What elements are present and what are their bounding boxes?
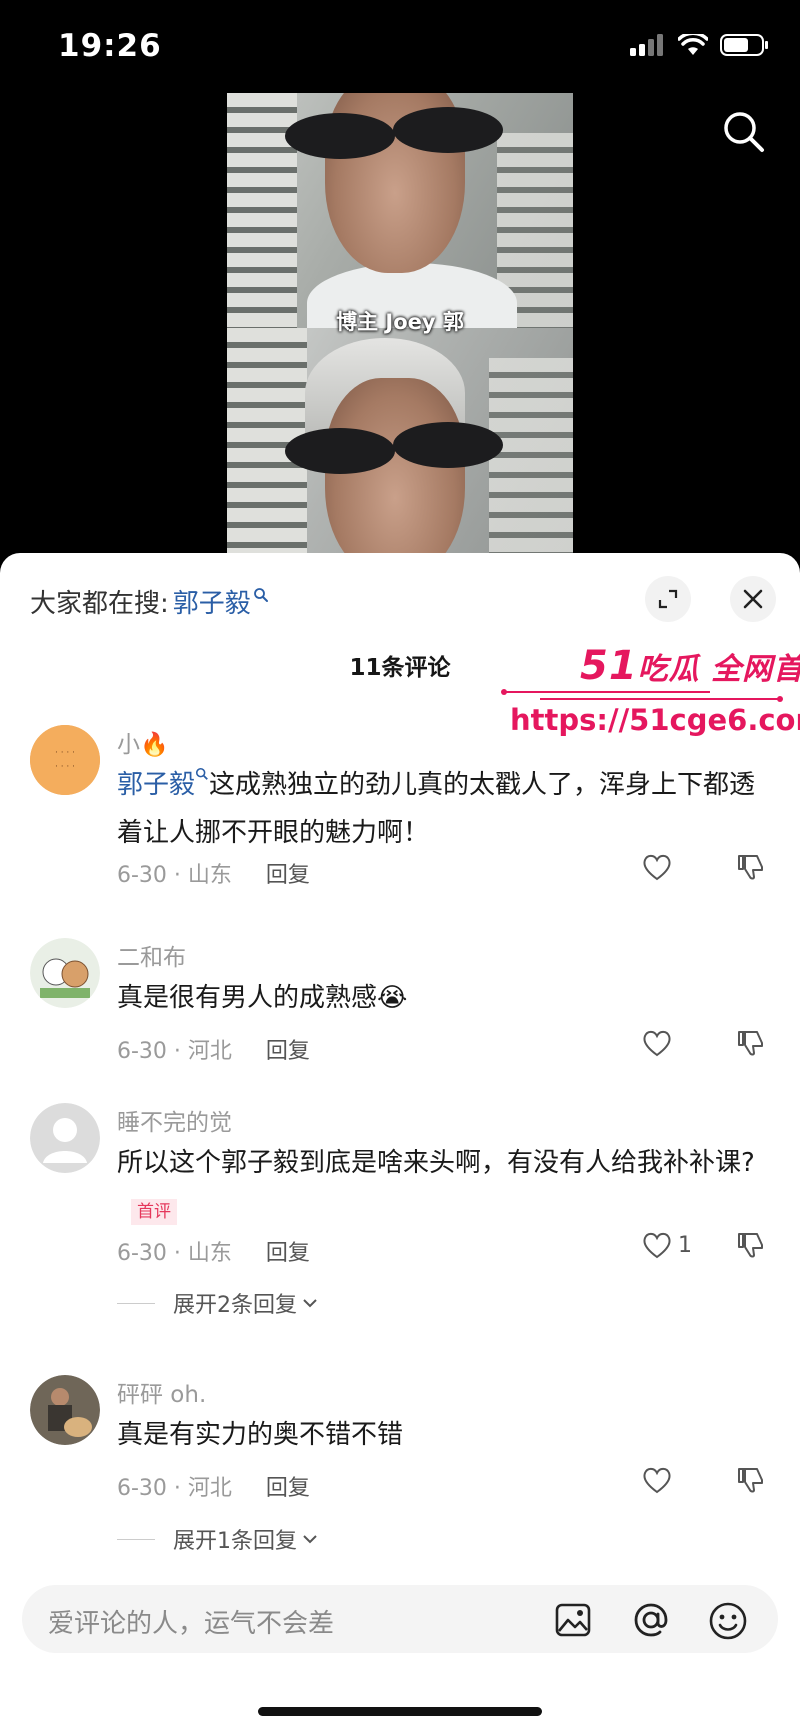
svg-text:· · · ·: · · · · <box>55 748 75 758</box>
thumbs-down-icon <box>738 1468 763 1493</box>
dislike-button[interactable] <box>737 853 765 885</box>
avatar[interactable]: · · · · · · · · <box>30 725 100 795</box>
status-time: 19:26 <box>58 28 162 64</box>
image-icon <box>555 1603 591 1637</box>
heart-icon <box>643 1030 671 1057</box>
status-bar: 19:26 <box>0 0 800 95</box>
reply-button[interactable]: 回复 <box>266 1039 310 1064</box>
comment-date-location: 6-30 · 河北 <box>117 1476 232 1501</box>
search-button[interactable] <box>722 110 766 158</box>
comment-meta: 6-30 · 山东 回复 <box>117 857 310 889</box>
comment-input-bar[interactable]: 爱评论的人，运气不会差 <box>22 1585 778 1653</box>
thumbs-down-icon <box>738 1031 763 1056</box>
dislike-button[interactable] <box>737 1231 765 1263</box>
like-button[interactable] <box>642 853 672 881</box>
thumbs-down-icon <box>738 855 763 880</box>
trending-search-term[interactable]: 郭子毅 <box>173 583 251 620</box>
comment-username[interactable]: 二和布 <box>117 938 186 972</box>
video-caption: 博主 Joey 郭 <box>336 310 464 334</box>
avatar[interactable] <box>30 1103 100 1173</box>
comment-input-placeholder[interactable]: 爱评论的人，运气不会差 <box>48 1603 334 1640</box>
trending-search-prefix: 大家都在搜: <box>30 589 169 619</box>
comment-username[interactable]: 睡不完的觉 <box>117 1103 232 1137</box>
close-icon <box>743 589 763 609</box>
expand-replies-label: 展开1条回复 <box>173 1529 297 1554</box>
avatar[interactable] <box>30 1375 100 1445</box>
comment-username[interactable]: 砰砰 oh. <box>117 1375 206 1409</box>
like-button[interactable] <box>642 1466 672 1494</box>
reply-button[interactable]: 回复 <box>266 863 310 888</box>
avatar[interactable] <box>30 938 100 1008</box>
svg-text:· · · ·: · · · · <box>55 762 75 772</box>
comment-text: 真是有实力的奥不错不错 <box>117 1420 404 1450</box>
like-count: 1 <box>678 1232 692 1258</box>
thumbs-down-icon <box>738 1233 763 1258</box>
at-sign-icon <box>634 1603 668 1637</box>
battery-icon <box>720 34 768 56</box>
home-indicator <box>258 1707 542 1716</box>
search-icon <box>724 112 764 152</box>
signal-icon <box>630 34 663 56</box>
watermark-line1: 51吃瓜 全网首发 <box>580 643 800 689</box>
video-frame: 博主 Joey 郭 <box>227 93 573 563</box>
comment-text: 郭子毅 这成熟独立的劲儿真的太戳人了，浑身上下都透着让人挪不开眼的魅力啊！ <box>117 761 777 857</box>
status-icons <box>630 33 770 57</box>
default-avatar-icon <box>30 1103 100 1173</box>
heart-icon <box>643 854 671 881</box>
image-button[interactable] <box>554 1601 592 1643</box>
search-small-icon <box>253 587 268 602</box>
dislike-button[interactable] <box>737 1466 765 1498</box>
like-button[interactable]: 1 <box>642 1231 692 1259</box>
dislike-button[interactable] <box>737 1029 765 1061</box>
close-button[interactable] <box>730 576 776 622</box>
watermark: 51吃瓜 全网首发 https://51cge6.com <box>500 643 800 743</box>
heart-icon <box>643 1467 671 1494</box>
emoji-icon <box>709 1602 747 1640</box>
first-comment-badge: 首评 <box>131 1198 177 1225</box>
heart-icon <box>643 1232 671 1259</box>
chevron-down-icon <box>303 1535 317 1544</box>
comment-meta: 6-30 · 河北 回复 <box>117 1033 310 1065</box>
expand-replies-button[interactable]: 展开2条回复 <box>117 1287 319 1319</box>
expand-replies-label: 展开2条回复 <box>173 1293 297 1318</box>
comment-text: 所以这个郭子毅到底是啥来头啊，有没有人给我补补课?首评 <box>117 1139 777 1235</box>
emoji-button[interactable] <box>708 1601 748 1645</box>
comment-mention-link[interactable]: 郭子毅 <box>117 770 195 800</box>
comment-meta: 6-30 · 山东 回复 <box>117 1235 310 1267</box>
comment-date-location: 6-30 · 河北 <box>117 1039 232 1064</box>
comment-date-location: 6-30 · 山东 <box>117 1241 232 1266</box>
trending-search[interactable]: 大家都在搜: 郭子毅 <box>30 583 269 620</box>
expand-icon <box>658 589 678 609</box>
comment-text: 真是很有男人的成熟感😭 <box>117 983 408 1013</box>
comment-username[interactable]: 小🔥 <box>117 725 169 759</box>
video-frame-bottom <box>227 328 573 563</box>
comments-sheet: 大家都在搜: 郭子毅 11条评论 51吃瓜 全网首发 https://51cge… <box>0 553 800 1731</box>
like-button[interactable] <box>642 1029 672 1057</box>
video-frame-top <box>227 93 573 343</box>
comment-meta: 6-30 · 河北 回复 <box>117 1470 310 1502</box>
wifi-icon <box>678 34 708 55</box>
reply-button[interactable]: 回复 <box>266 1476 310 1501</box>
expand-replies-button[interactable]: 展开1条回复 <box>117 1523 319 1555</box>
search-small-icon <box>195 767 208 780</box>
reply-button[interactable]: 回复 <box>266 1241 310 1266</box>
chevron-down-icon <box>303 1299 317 1308</box>
watermark-url: https://51cge6.com <box>510 703 800 737</box>
mention-button[interactable] <box>631 1601 671 1643</box>
comment-date-location: 6-30 · 山东 <box>117 863 232 888</box>
expand-button[interactable] <box>645 576 691 622</box>
